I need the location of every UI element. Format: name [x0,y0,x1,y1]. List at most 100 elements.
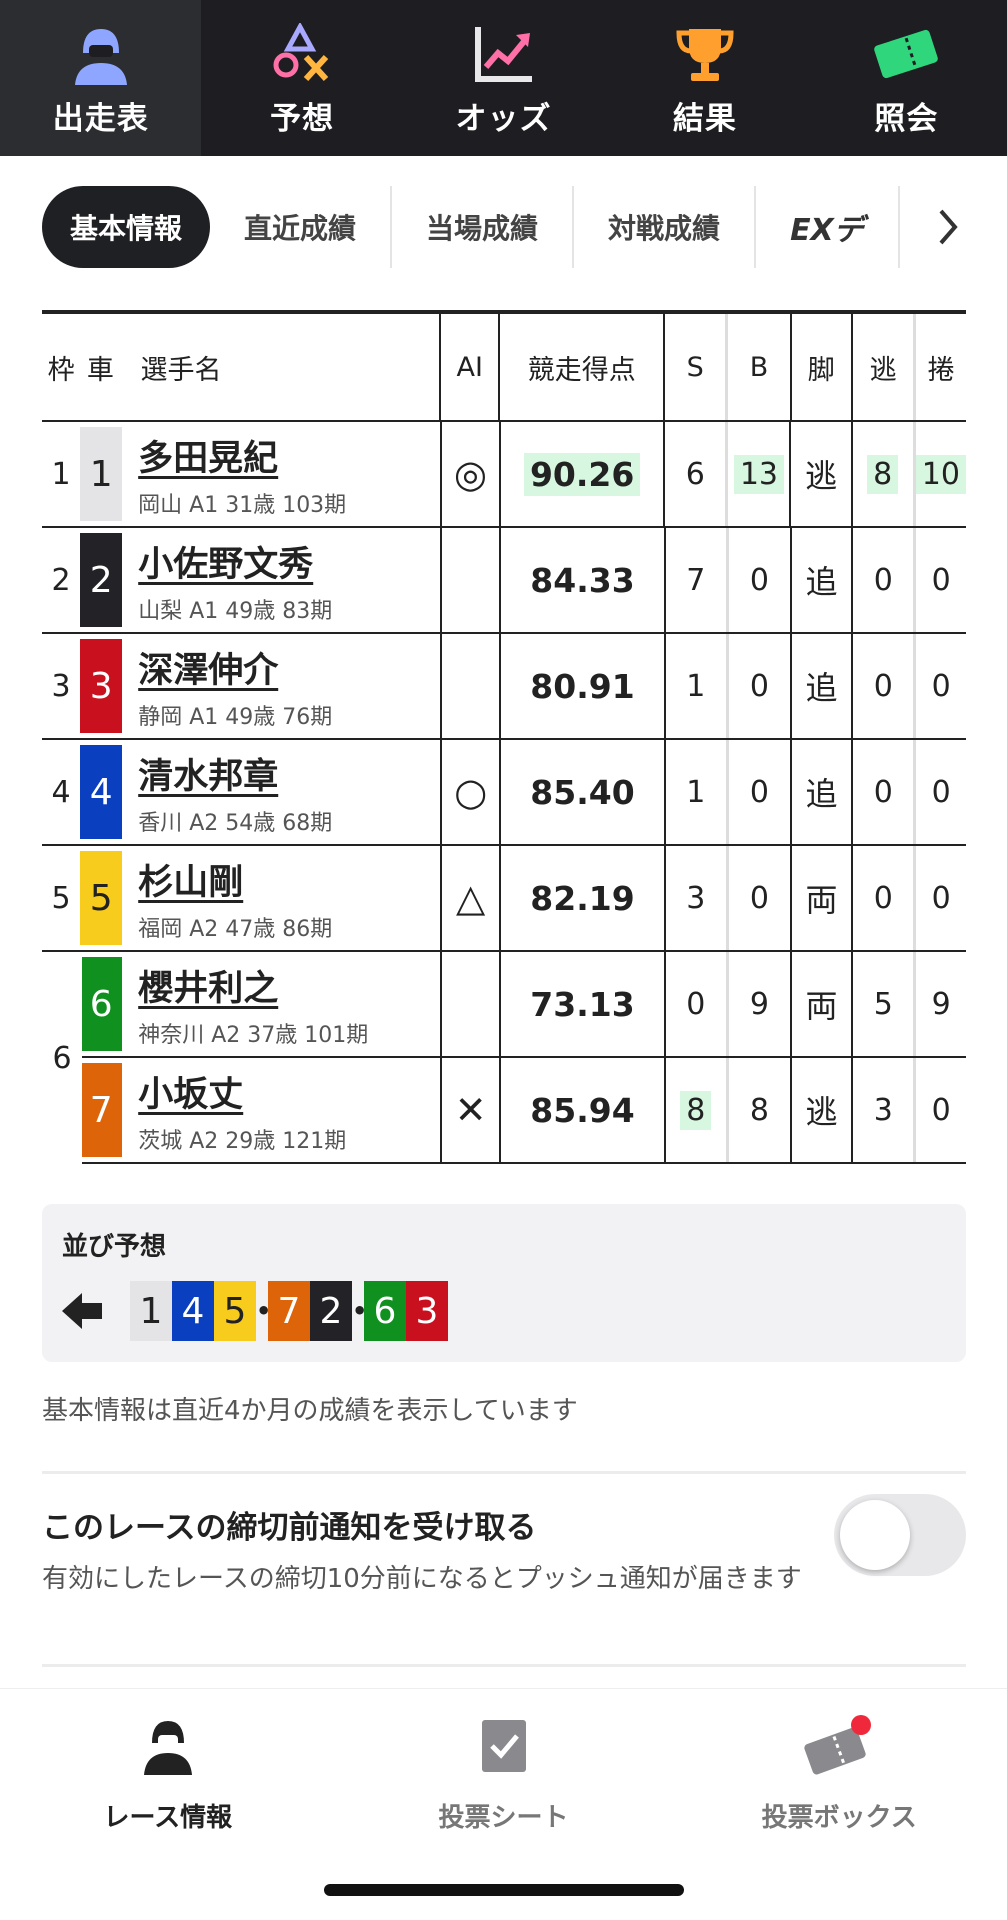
tab-shussohyo[interactable]: 出走表 [0,0,202,156]
table-row[interactable]: 6 櫻井利之 神奈川 A2 37歳 101期 73.13 0 9 両 5 9 [42,952,966,1058]
s-cell: 1 [666,740,729,844]
trophy-icon [669,23,741,85]
s-value: 3 [686,880,706,916]
b-cell: 13 [728,422,792,526]
s-value: 0 [686,986,706,1022]
lineup-prediction: 並び予想 1 4 5 • 7 2 • 6 3 [42,1204,966,1362]
tab-odds[interactable]: オッズ [403,0,604,156]
nav-bet-box[interactable]: 投票ボックス [671,1689,1007,1920]
racer-name-block: 小坂丈 茨城 A2 29歳 121期 [138,1066,346,1155]
makuri-cell: 0 [916,740,966,844]
chevron-right-icon[interactable] [924,186,972,268]
racer-info: 岡山 A1 31歳 103期 [138,492,347,518]
nige-value: 0 [873,562,893,598]
score-cell: 82.19 [501,846,666,950]
lineup-car-badge: 1 [130,1281,172,1341]
s-value: 1 [686,774,706,810]
s-cell: 7 [666,528,729,632]
subtab-track-results[interactable]: 当場成績 [392,186,575,268]
racer-name-block: 深澤伸介 静岡 A1 49歳 76期 [138,642,332,731]
makuri-cell: 0 [916,634,966,738]
subtab-ex-data[interactable]: EXデ [756,186,900,268]
tab-kekka[interactable]: 結果 [604,0,805,156]
table-row[interactable]: 5 5 杉山剛 福岡 A2 47歳 86期 △ 82.19 3 0 両 0 0 [42,846,966,952]
table-row[interactable]: 1 1 多田晃紀 岡山 A1 31歳 103期 ◎ 90.26 6 13 逃 8 10 [42,422,966,528]
racer-info: 香川 A2 54歳 68期 [138,810,333,836]
racer-name-link[interactable]: 小坂丈 [138,1066,346,1117]
lineup-title: 並び予想 [62,1232,167,1262]
leg-cell: 両 [792,846,854,950]
lineup-car-badge: 6 [364,1281,406,1341]
table-row[interactable]: 2 2 小佐野文秀 山梨 A1 49歳 83期 84.33 7 0 追 0 0 [42,528,966,634]
nige-cell: 5 [853,952,917,1056]
tab-label: オッズ [455,101,552,137]
score-value: 82.19 [530,878,635,918]
score-cell: 90.26 [501,422,666,526]
score-value: 73.13 [530,984,635,1024]
table-row[interactable]: 4 4 清水邦章 香川 A2 54歳 68期 ○ 85.40 1 0 追 0 0 [42,740,966,846]
nav-race-info[interactable]: レース情報 [0,1689,336,1920]
makuri-cell: 0 [916,846,966,950]
car-number-badge: 4 [80,745,123,839]
tab-shokai[interactable]: 照会 [806,0,1007,156]
notification-toggle[interactable] [834,1494,966,1576]
s-cell: 8 [666,1058,729,1162]
table-row[interactable]: 7 小坂丈 茨城 A2 29歳 121期 ✕ 85.94 8 8 逃 3 0 [42,1058,966,1164]
table-row[interactable]: 3 3 深澤伸介 静岡 A1 49歳 76期 80.91 1 0 追 0 0 [42,634,966,740]
racer-name-link[interactable]: 多田晃紀 [138,430,346,481]
leg-value: 逃 [805,1093,838,1131]
b-value: 0 [749,668,769,704]
racer-name-link[interactable]: 深澤伸介 [138,642,332,693]
ai-mark: ○ [440,740,502,844]
tab-yoso[interactable]: 予想 [201,0,402,156]
score-cell: 73.13 [501,952,666,1056]
makuri-value: 9 [931,986,951,1022]
b-cell: 0 [729,634,792,738]
car-number-badge: 5 [80,851,123,945]
waku-number: 3 [51,668,71,704]
home-indicator [324,1884,684,1896]
top-navigation: 出走表 予想 オッズ 結果 照会 [0,0,1007,156]
subtab-head-to-head[interactable]: 対戦成績 [574,186,757,268]
b-value: 8 [749,1092,769,1128]
s-cell: 0 [666,952,729,1056]
s-cell: 6 [665,422,729,526]
b-cell: 0 [729,528,792,632]
subtab-recent-results[interactable]: 直近成績 [210,186,393,268]
leg-cell: 追 [792,528,854,632]
racer-name-link[interactable]: 小佐野文秀 [138,536,332,587]
rider-icon [128,1711,208,1781]
b-cell: 9 [729,952,792,1056]
makuri-cell: 10 [915,422,966,526]
leg-cell: 逃 [792,1058,854,1162]
lineup-car-badge: 7 [268,1281,310,1341]
subtab-basic-info[interactable]: 基本情報 [42,186,211,268]
car-number-cell: 1 [80,422,123,526]
leg-value: 両 [805,987,838,1025]
trend-chart-icon [468,23,540,85]
b-value: 13 [733,454,785,494]
makuri-value: 0 [931,880,951,916]
nav-label: レース情報 [103,1803,233,1833]
b-cell: 0 [729,846,792,950]
header-waku: 枠 [47,354,75,386]
s-cell: 3 [666,846,729,950]
tab-label: 照会 [874,101,939,137]
racer-name-link[interactable]: 杉山剛 [138,854,332,905]
racer-name-block: 櫻井利之 神奈川 A2 37歳 101期 [138,960,368,1049]
notification-description: 有効にしたレースの締切10分前になるとプッシュ通知が届きます [42,1564,802,1594]
car-number-badge: 1 [80,427,123,521]
racer-name-link[interactable]: 清水邦章 [138,748,332,799]
toggle-knob [840,1500,910,1570]
score-value: 85.40 [530,772,635,812]
tab-label: 予想 [270,101,335,137]
waku-number-merged: 6 [42,952,82,1164]
racer-info: 山梨 A1 49歳 83期 [138,598,333,624]
car-number-cell: 3 [80,634,123,738]
makuri-value: 10 [915,454,966,494]
nige-value: 0 [873,880,893,916]
makuri-cell: 0 [916,528,966,632]
makuri-value: 0 [931,562,951,598]
racer-name-link[interactable]: 櫻井利之 [138,960,368,1011]
header-name: 選手名 [140,354,222,386]
